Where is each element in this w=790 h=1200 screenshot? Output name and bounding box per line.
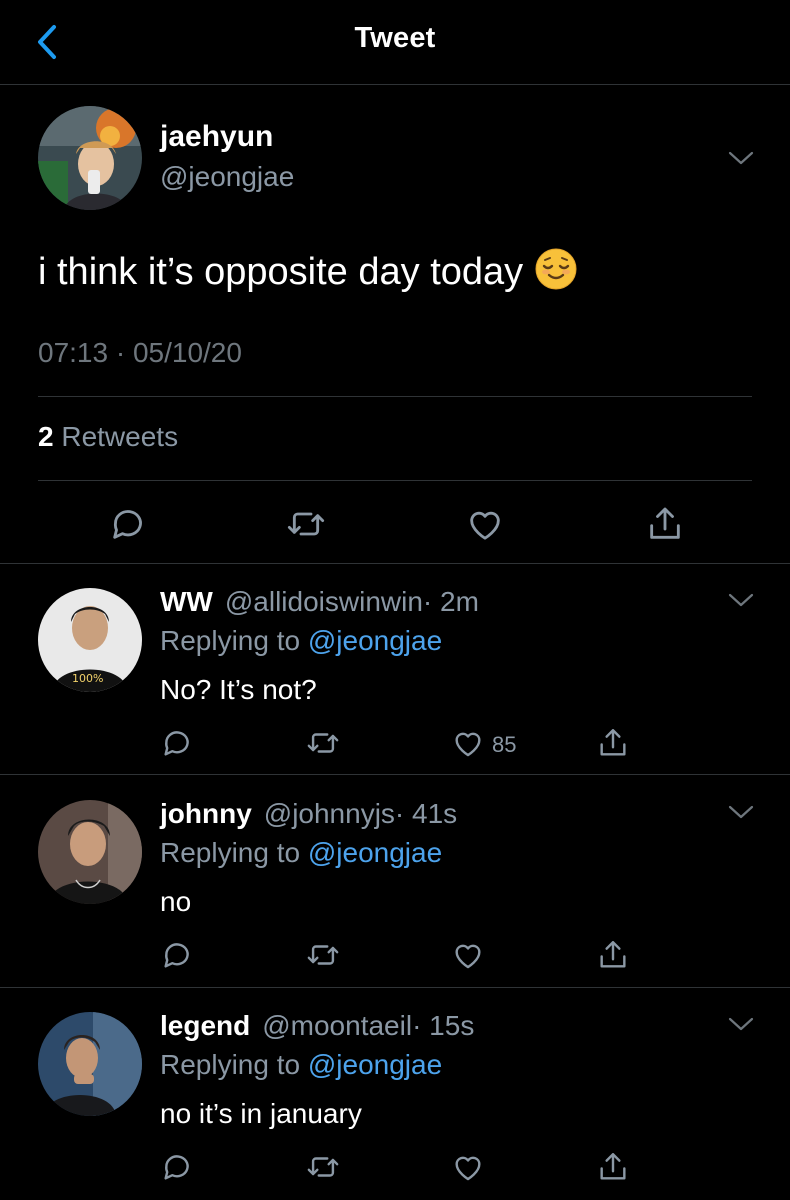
- reply-author-handle[interactable]: @moontaeil: [262, 1010, 412, 1041]
- share-icon[interactable]: [596, 1150, 630, 1189]
- replying-to-line: Replying to @jeongjae: [160, 625, 442, 657]
- svg-text:100%: 100%: [72, 672, 103, 685]
- divider: [38, 396, 752, 397]
- reply-icon[interactable]: [160, 938, 194, 977]
- retweet-icon[interactable]: [306, 726, 340, 765]
- chevron-down-icon[interactable]: [728, 1016, 754, 1032]
- replying-to-label: Replying to: [160, 837, 301, 868]
- page-title: Tweet: [354, 22, 436, 54]
- reply-tweet[interactable]: johnny @johnnyjs· 41s Replying to @jeongj…: [0, 776, 790, 986]
- relieved-face-emoji-icon: [535, 248, 577, 300]
- replying-to-line: Replying to @jeongjae: [160, 837, 442, 869]
- chevron-down-icon[interactable]: [728, 592, 754, 608]
- reply-author-name[interactable]: johnny: [160, 798, 252, 829]
- retweet-count[interactable]: 2 Retweets: [38, 421, 178, 453]
- retweet-icon[interactable]: [306, 1150, 340, 1189]
- avatar[interactable]: [38, 106, 142, 210]
- share-icon[interactable]: [596, 938, 630, 977]
- author-handle[interactable]: @jeongjae: [160, 161, 294, 193]
- replying-to-line: Replying to @jeongjae: [160, 1049, 442, 1081]
- tweet-text: i think it’s opposite day today: [38, 248, 577, 300]
- share-icon[interactable]: [645, 504, 685, 549]
- retweet-count-number: 2: [38, 421, 54, 452]
- tweet-timestamp: 07:13 · 05/10/20: [38, 337, 242, 368]
- reply-tweet[interactable]: 100% WW @allidoiswinwin· 2m Replying to @…: [0, 564, 790, 774]
- reply-text: No? It’s not?: [160, 674, 317, 705]
- replying-to-mention[interactable]: @jeongjae: [308, 625, 442, 656]
- share-icon[interactable]: [596, 726, 630, 765]
- chevron-down-icon[interactable]: [728, 804, 754, 820]
- reply-header: legend @moontaeil· 15s: [160, 1010, 474, 1042]
- divider: [38, 480, 752, 481]
- top-bar: Tweet: [0, 0, 790, 85]
- avatar[interactable]: [38, 1012, 142, 1116]
- reply-author-handle[interactable]: @allidoiswinwin: [225, 586, 423, 617]
- reply-author-handle[interactable]: @johnnyjs: [264, 798, 395, 829]
- reply-time: · 41s: [394, 798, 458, 829]
- reply-text: no it’s in january: [160, 1098, 362, 1129]
- reply-time: · 2m: [422, 586, 479, 617]
- reply-time: · 15s: [412, 1010, 475, 1041]
- like-icon[interactable]: [451, 938, 485, 977]
- divider: [0, 774, 790, 775]
- avatar[interactable]: 100%: [38, 588, 142, 692]
- like-icon[interactable]: [451, 726, 485, 765]
- reply-header: WW @allidoiswinwin· 2m: [160, 586, 479, 618]
- retweet-count-label: Retweets: [61, 421, 179, 452]
- author-name[interactable]: jaehyun: [160, 120, 273, 154]
- replying-to-mention[interactable]: @jeongjae: [308, 837, 442, 868]
- tweet-text-content: i think it’s opposite day today: [38, 251, 524, 293]
- reply-icon[interactable]: [108, 504, 148, 549]
- reply-header: johnny @johnnyjs· 41s: [160, 798, 457, 830]
- retweet-icon[interactable]: [306, 938, 340, 977]
- like-count: 85: [492, 732, 517, 757]
- like-icon[interactable]: [451, 1150, 485, 1189]
- chevron-down-icon[interactable]: [728, 150, 754, 166]
- reply-text: no: [160, 886, 192, 917]
- reply-icon[interactable]: [160, 726, 194, 765]
- reply-author-name[interactable]: legend: [160, 1010, 250, 1041]
- like-icon[interactable]: [465, 504, 505, 549]
- reply-author-name[interactable]: WW: [160, 586, 213, 617]
- replying-to-mention[interactable]: @jeongjae: [308, 1049, 442, 1080]
- retweet-icon[interactable]: [286, 504, 326, 549]
- avatar[interactable]: [38, 800, 142, 904]
- reply-tweet[interactable]: legend @moontaeil· 15s Replying to @jeong…: [0, 988, 790, 1200]
- reply-icon[interactable]: [160, 1150, 194, 1189]
- replying-to-label: Replying to: [160, 1049, 301, 1080]
- replying-to-label: Replying to: [160, 625, 301, 656]
